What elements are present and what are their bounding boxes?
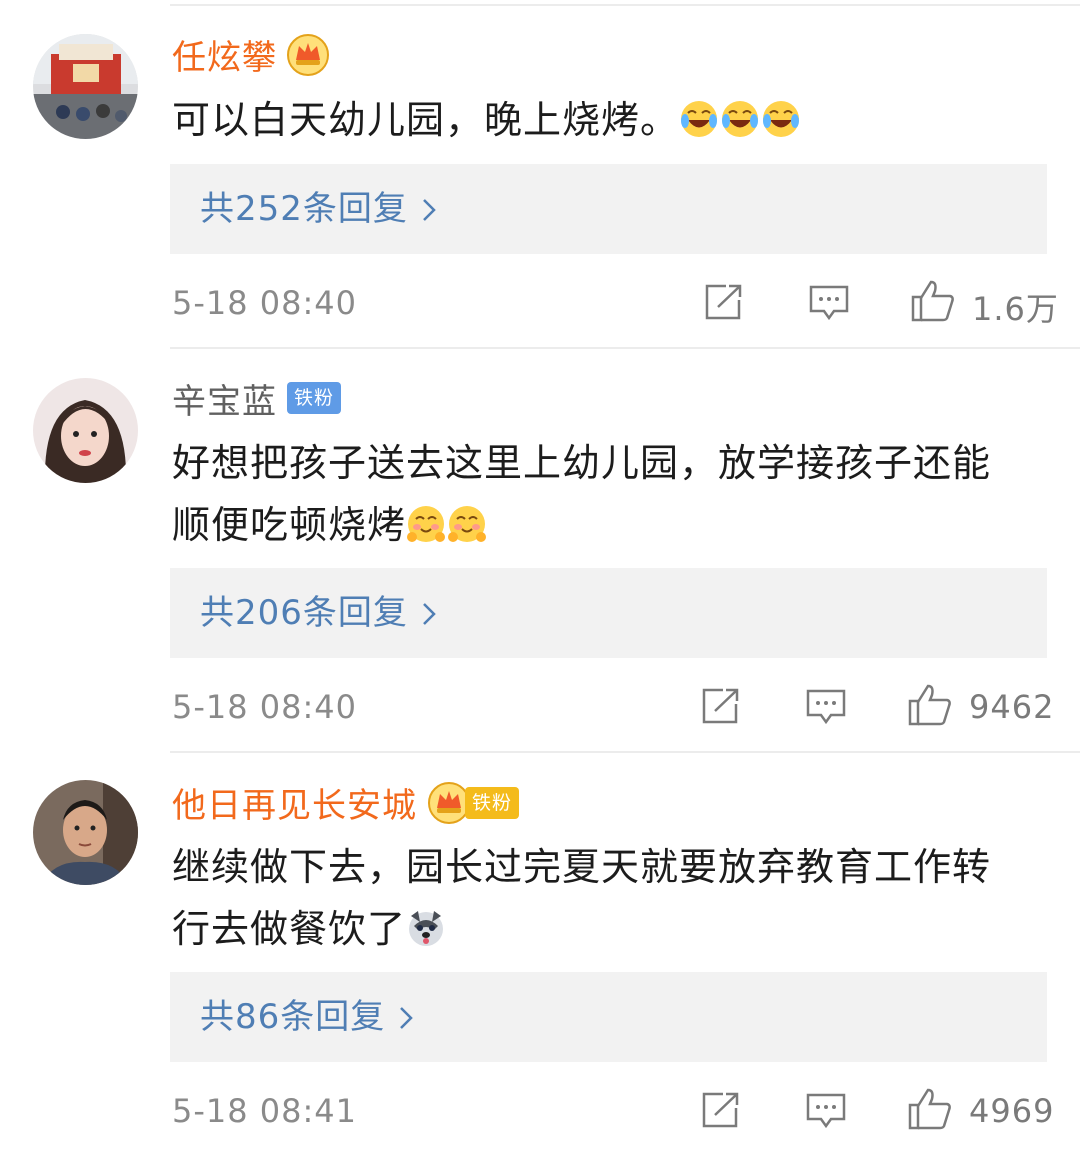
comment-text-line: 行去做餐饮了 [172, 907, 407, 951]
view-replies-link[interactable]: 共206条回复 [200, 568, 436, 658]
thumbs-up-icon [908, 684, 951, 726]
comment-icon [809, 285, 849, 321]
husky-emoji [409, 911, 444, 946]
comment-text: 好想把孩子送去这里上幼儿园，放学接孩子还能 顺便吃顿烧烤 [172, 432, 1042, 556]
replies-count-label: 共206条回复 [200, 593, 408, 633]
comment-button[interactable] [808, 284, 850, 322]
comment-button[interactable] [805, 688, 847, 726]
share-button[interactable] [704, 283, 744, 321]
view-replies-link[interactable]: 共252条回复 [200, 164, 436, 254]
comment-icon [806, 1093, 846, 1129]
comment-icon [806, 689, 846, 725]
comment-text-line-2: 行去做餐饮了 [172, 898, 1042, 960]
comment-text: 可以白天幼儿园，晚上烧烤。 [172, 89, 1042, 151]
like-button[interactable] [907, 1087, 953, 1131]
crown-icon[interactable] [286, 33, 330, 77]
fan-badge[interactable]: 铁粉 [465, 787, 520, 819]
comment-divider [170, 751, 1080, 753]
chevron-right-icon [423, 199, 436, 221]
share-button[interactable] [701, 687, 741, 725]
badge-row: 铁粉 [287, 382, 342, 414]
comment-item: 他日再见长安城 铁粉 继续做下去，园长过完夏天就要放弃教育工作转 行去做餐饮了 … [0, 754, 1080, 1151]
like-count: 4969 [969, 1092, 1055, 1130]
like-count: 9462 [969, 688, 1055, 726]
comment-item: 任炫攀 可以白天幼儿园，晚上烧烤。 共252条回复 5-18 08:40 1.6… [0, 0, 1080, 350]
comment-button[interactable] [805, 1092, 847, 1130]
username[interactable]: 任炫攀 [172, 38, 277, 78]
share-button[interactable] [701, 1091, 741, 1129]
avatar[interactable] [33, 34, 138, 139]
blush-hug-emoji [448, 506, 487, 542]
like-button[interactable] [907, 683, 953, 727]
replies-count-label: 共252条回复 [200, 189, 408, 229]
comment-text-line: 继续做下去，园长过完夏天就要放弃教育工作转 [172, 845, 992, 889]
timestamp: 5-18 08:40 [172, 284, 358, 322]
like-button[interactable] [910, 279, 956, 323]
comment-item: 辛宝蓝 铁粉 好想把孩子送去这里上幼儿园，放学接孩子还能 顺便吃顿烧烤 共206… [0, 350, 1080, 750]
thumbs-up-icon [908, 1088, 951, 1130]
badge-row [286, 33, 330, 77]
avatar[interactable] [33, 780, 138, 885]
chevron-right-icon [423, 603, 436, 625]
comment-text-line: 好想把孩子送去这里上幼儿园，放学接孩子还能 [172, 441, 992, 485]
username[interactable]: 辛宝蓝 [172, 382, 277, 422]
replies-box[interactable]: 共206条回复 [170, 568, 1047, 658]
like-count: 1.6万 [972, 290, 1059, 328]
view-replies-link[interactable]: 共86条回复 [200, 972, 414, 1062]
replies-box[interactable]: 共86条回复 [170, 972, 1047, 1062]
share-icon [702, 1092, 739, 1128]
thumbs-up-icon [911, 280, 954, 322]
timestamp: 5-18 08:40 [172, 688, 358, 726]
chevron-right-icon [400, 1007, 414, 1029]
comment-divider [170, 347, 1080, 349]
replies-box[interactable]: 共252条回复 [170, 164, 1047, 254]
avatar[interactable] [33, 378, 138, 483]
laugh-cry-emoji [681, 101, 718, 137]
comment-text-line: 可以白天幼儿园，晚上烧烤。 [172, 98, 680, 142]
replies-count-label: 共86条回复 [200, 997, 386, 1037]
laugh-cry-emoji [722, 101, 759, 137]
comment-text: 继续做下去，园长过完夏天就要放弃教育工作转 行去做餐饮了 [172, 836, 1042, 960]
comment-text-line: 顺便吃顿烧烤 [172, 503, 407, 547]
comment-text-line-2: 顺便吃顿烧烤 [172, 494, 1042, 556]
username[interactable]: 他日再见长安城 [172, 786, 417, 826]
badge-row: 铁粉 [427, 781, 520, 825]
fan-badge[interactable]: 铁粉 [287, 382, 342, 414]
share-icon [705, 284, 742, 320]
share-icon [702, 688, 739, 724]
laugh-cry-emoji [763, 101, 800, 137]
timestamp: 5-18 08:41 [172, 1092, 358, 1130]
blush-hug-emoji [407, 506, 446, 542]
